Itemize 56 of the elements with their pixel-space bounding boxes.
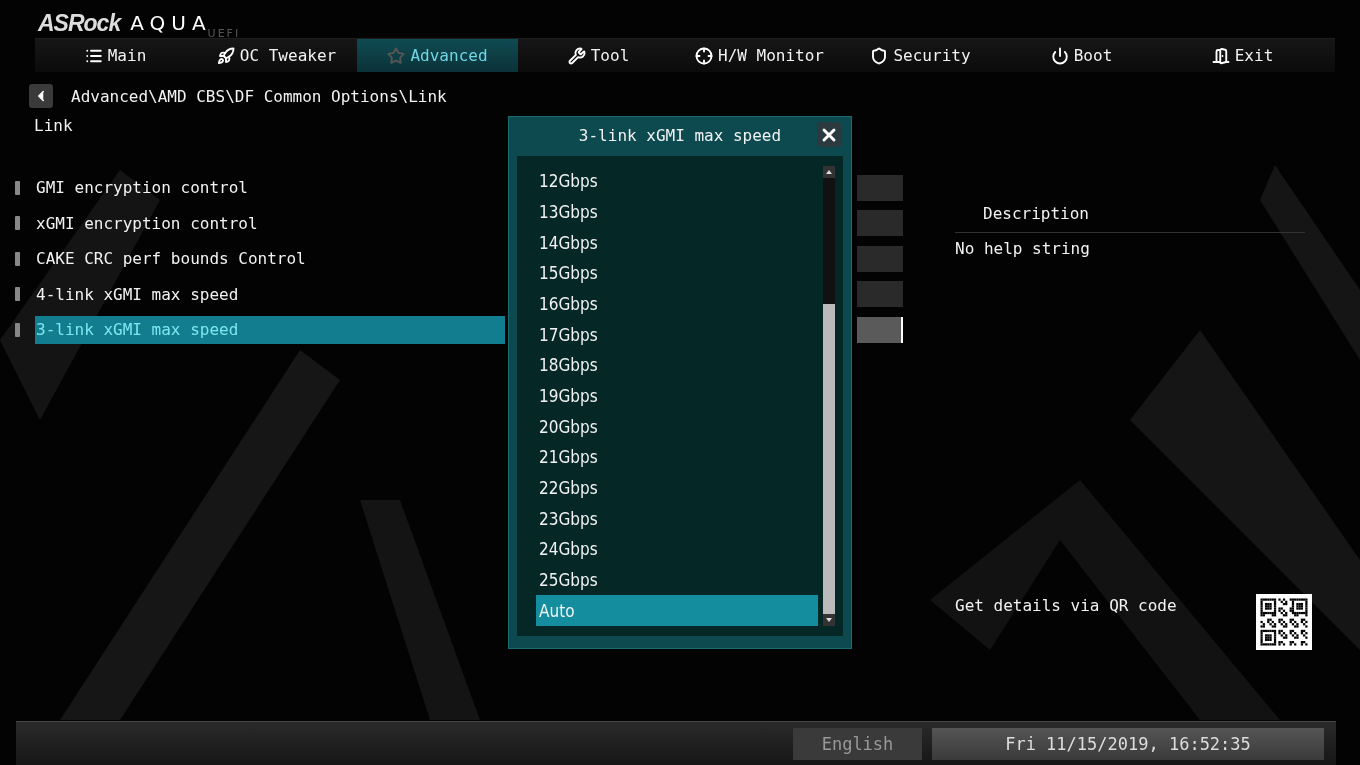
item-bullet [15, 216, 20, 231]
option-item[interactable]: 22Gbps [536, 472, 818, 504]
menu-tab[interactable]: Tool [518, 39, 679, 72]
item-bullet [15, 180, 20, 195]
tab-icon [870, 46, 889, 65]
option-item[interactable]: 21Gbps [536, 442, 818, 473]
dialog-title: 3-link xGMI max speed [578, 126, 782, 145]
page-title: Link [34, 116, 73, 136]
item-bullet [15, 322, 20, 337]
description-title: Description [983, 204, 1090, 225]
option-item[interactable]: 15Gbps [536, 258, 818, 289]
option-item[interactable]: 24Gbps [536, 534, 818, 565]
qr-code-icon [1256, 594, 1312, 650]
option-item[interactable]: 19Gbps [536, 380, 818, 412]
setting-item[interactable]: xGMI encryption control [35, 209, 505, 238]
item-bullet [15, 287, 20, 302]
setting-item[interactable]: GMI encryption control [35, 173, 505, 202]
scroll-down-icon[interactable] [823, 614, 835, 626]
menu-tab[interactable]: Security [840, 39, 1001, 72]
item-bullet [15, 251, 20, 266]
setting-item[interactable]: CAKE CRC perf bounds Control [35, 244, 505, 273]
brand-logo: ASRock [38, 9, 121, 37]
scroll-up-icon[interactable] [823, 166, 835, 178]
option-item[interactable]: 23Gbps [536, 503, 818, 535]
option-item[interactable]: 20Gbps [536, 411, 818, 443]
option-item[interactable]: Auto [536, 595, 818, 627]
date-time: Fri 11/15/2019, 16:52:35 [932, 727, 1324, 760]
close-button[interactable] [817, 122, 841, 147]
setting-value-box[interactable] [857, 316, 903, 343]
setting-item[interactable]: 4-link xGMI max speed [35, 280, 505, 309]
option-item[interactable]: 13Gbps [536, 196, 818, 228]
tab-icon [1050, 46, 1069, 65]
tab-icon [695, 46, 713, 65]
tab-icon [216, 46, 235, 65]
menu-tab[interactable]: Boot [1001, 39, 1162, 72]
menu-tab[interactable]: H/W Monitor [679, 39, 840, 72]
menu-tab[interactable]: Exit [1162, 39, 1323, 72]
option-item[interactable]: 16Gbps [536, 288, 818, 320]
menu-tab[interactable]: Advanced [357, 39, 518, 72]
breadcrumb-path: Advanced\AMD CBS\DF Common Options\Link [71, 86, 447, 106]
tab-icon [1211, 46, 1230, 65]
option-item[interactable]: 18Gbps [536, 350, 818, 381]
option-item[interactable]: 17Gbps [536, 319, 818, 351]
scrollbar-thumb[interactable] [823, 304, 835, 614]
logo-suffix: UEFI [207, 27, 241, 40]
menu-tab[interactable]: OC Tweaker [196, 39, 357, 72]
back-button[interactable] [29, 84, 53, 108]
option-item[interactable]: 12Gbps [536, 166, 818, 197]
description-text: No help string [955, 239, 1091, 258]
option-item[interactable]: 14Gbps [536, 227, 818, 258]
menu-tab[interactable]: Main [35, 39, 196, 72]
tab-icon [387, 46, 406, 65]
qr-label: Get details via QR code [955, 595, 1177, 615]
tab-icon [567, 46, 586, 65]
option-item[interactable]: 25Gbps [536, 564, 818, 596]
language-button[interactable]: English [793, 727, 922, 760]
